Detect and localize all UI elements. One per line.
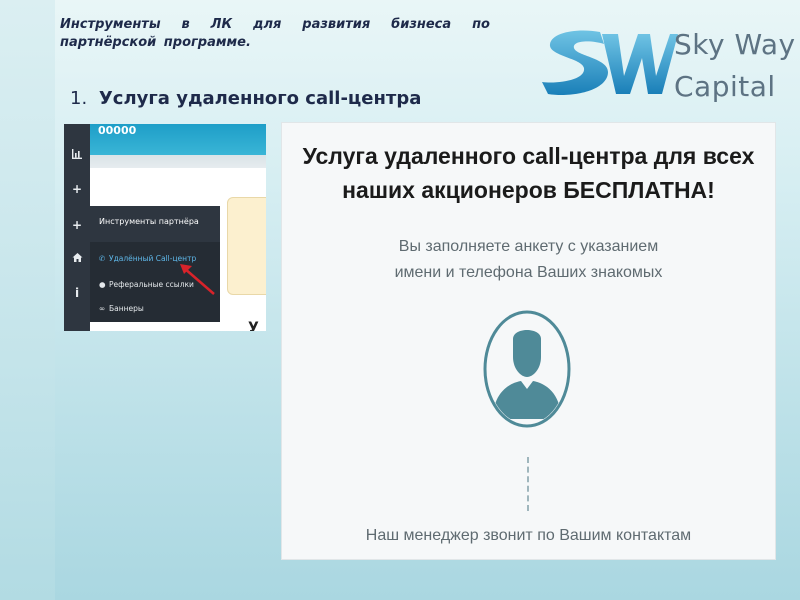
sidebar: + + i [64,124,90,331]
link-icon: ∞ [99,304,106,313]
menu-item-banners[interactable]: ∞ Баннеры [99,304,144,313]
plus-icon[interactable]: + [64,182,90,196]
person-icon [483,310,571,428]
topbar-value: 00000 [98,124,137,137]
topbar: 00000 [90,124,266,168]
logo-line2: Capital [674,70,776,103]
section-number: 1. [70,88,88,109]
promo-title: Услуга удаленного call-центра для всех н… [302,143,755,203]
logo: Sky Way Capital [538,18,800,110]
bar-chart-icon[interactable] [64,148,90,163]
info-icon[interactable]: i [64,286,90,300]
promo-bottom-text: Наш менеджер звонит по Вашим контактам [365,527,692,544]
sw-logo-mark [542,30,678,96]
promo-subtitle: Вы заполняете анкету с указанием имени и… [394,238,663,281]
notice-box [227,197,266,295]
partner-cabinet-screenshot: 00000 + + i Инструменты партнёра ✆ Удалён… [64,124,266,331]
call-center-promo-screenshot: Услуга удаленного call-центра для всех н… [281,122,776,560]
pointer-arrow-icon [180,264,215,295]
menu-title: Инструменты партнёра [99,217,199,226]
logo-line1: Sky Way [674,28,796,61]
dashed-connector [527,457,529,511]
cut-off-letter: У [248,320,259,331]
left-band [0,0,55,600]
section-title: 1. Услуга удаленного call-центра [70,88,421,109]
user-icon: ● [99,280,106,289]
menu-header[interactable]: Инструменты партнёра [90,206,220,242]
home-icon[interactable] [64,252,90,266]
phone-icon: ✆ [99,254,106,263]
section-title-text: Услуга удаленного call-центра [98,88,422,109]
slide-header: Инструменты в ЛК для развития бизнеса по… [60,17,490,50]
plus-icon[interactable]: + [64,218,90,232]
